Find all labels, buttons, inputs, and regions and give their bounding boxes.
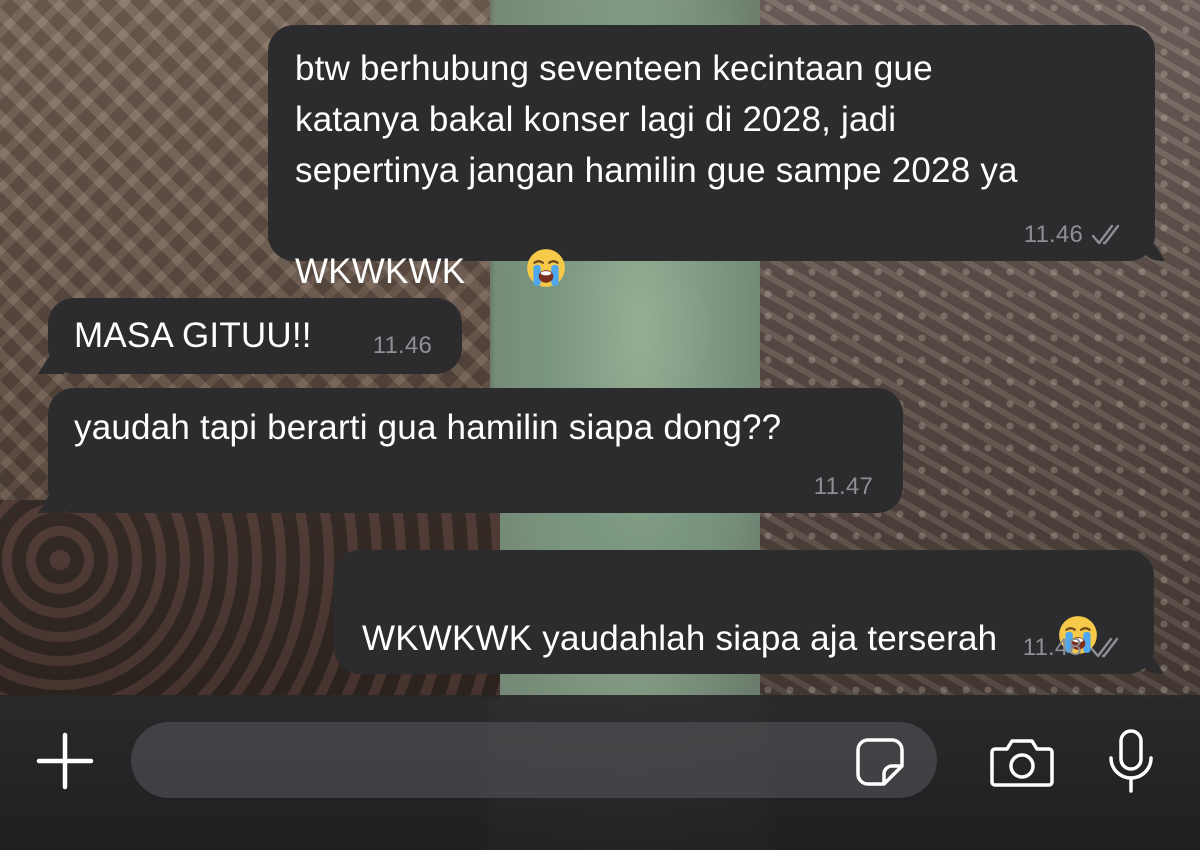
message-time: 11.48	[1022, 634, 1082, 661]
chat-screen: btw berhubung seventeen kecintaan gue ka…	[0, 0, 1200, 850]
microphone-icon	[1109, 729, 1153, 793]
message-time: 11.46	[372, 332, 432, 359]
message-meta: 11.46	[373, 332, 432, 360]
double-check-icon	[1091, 224, 1125, 246]
attach-plus-button[interactable]	[32, 728, 98, 794]
message-meta: 11.47	[814, 473, 873, 501]
sticker-icon	[856, 738, 904, 786]
message-text: btw berhubung seventeen kecintaan gue ka…	[295, 43, 1125, 303]
microphone-button[interactable]	[1100, 725, 1162, 797]
sticker-button[interactable]	[852, 734, 908, 790]
message-meta: 11.48	[1023, 634, 1124, 662]
camera-button[interactable]	[984, 732, 1060, 792]
message-bubble-received[interactable]: yaudah tapi berarti gua hamilin siapa do…	[48, 388, 903, 513]
message-text: yaudah tapi berarti gua hamilin siapa do…	[74, 408, 782, 447]
plus-icon	[36, 732, 94, 790]
camera-icon	[990, 739, 1054, 787]
message-bubble-sent[interactable]: btw berhubung seventeen kecintaan gue ka…	[268, 25, 1155, 291]
message-time: 11.47	[813, 473, 873, 500]
message-input[interactable]	[131, 722, 937, 798]
loudly-crying-face-emoji	[465, 196, 567, 303]
message-meta: 11.46	[1024, 221, 1125, 249]
message-bubble-received[interactable]: MASA GITUU!! 11.46	[48, 298, 462, 374]
double-check-icon	[1090, 637, 1124, 659]
message-time: 11.46	[1023, 221, 1083, 248]
message-bubble-sent[interactable]: WKWKWK yaudahlah siapa aja terserah 11.4…	[334, 550, 1154, 674]
